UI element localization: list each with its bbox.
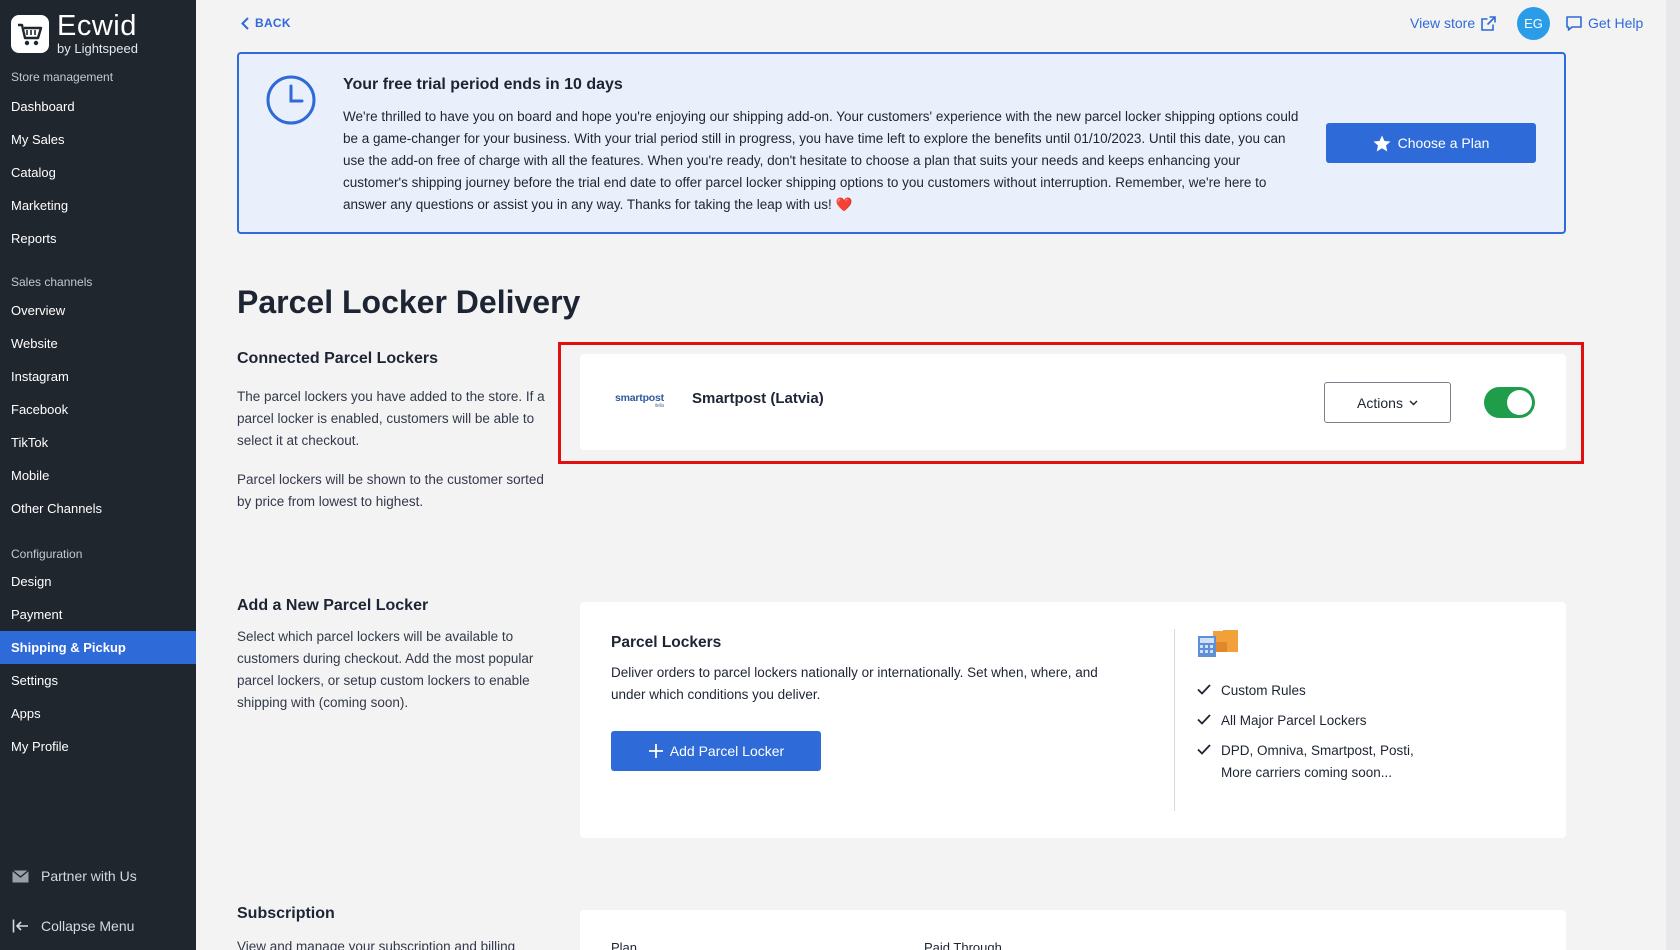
sidebar-item-website[interactable]: Website xyxy=(0,327,196,360)
add-parcel-locker-button[interactable]: Add Parcel Locker xyxy=(611,731,821,771)
chevron-down-icon xyxy=(1409,400,1418,405)
page-title: Parcel Locker Delivery xyxy=(237,284,581,320)
subscription-title: Subscription xyxy=(237,905,335,922)
add-new-text: Select which parcel lockers will be avai… xyxy=(237,629,534,710)
chat-icon xyxy=(1566,15,1582,31)
connected-title: Connected Parcel Lockers xyxy=(237,350,438,367)
feature-item: Custom Rules xyxy=(1197,680,1421,702)
connected-text-1: The parcel lockers you have added to the… xyxy=(237,389,545,448)
choose-plan-label: Choose a Plan xyxy=(1397,135,1490,151)
brand-sub: by Lightspeed xyxy=(57,41,138,56)
external-link-icon xyxy=(1481,15,1496,31)
card-divider xyxy=(1174,629,1175,811)
sidebar-item-shipping-pickup[interactable]: Shipping & Pickup xyxy=(0,631,196,664)
avatar[interactable]: EG xyxy=(1517,7,1550,40)
view-store-link[interactable]: View store xyxy=(1410,15,1496,31)
subscription-card: Plan Paid Through xyxy=(580,910,1566,950)
section-sales-channels: Sales channels xyxy=(11,275,93,289)
feature-list: Custom Rules All Major Parcel Lockers DP… xyxy=(1197,680,1421,792)
sidebar-item-catalog[interactable]: Catalog xyxy=(0,156,196,189)
sidebar-item-settings[interactable]: Settings xyxy=(0,664,196,697)
add-card-text: Deliver orders to parcel lockers nationa… xyxy=(611,665,1098,702)
get-help-label: Get Help xyxy=(1588,15,1644,31)
locker-enabled-toggle[interactable] xyxy=(1484,387,1535,418)
feature-item: All Major Parcel Lockers xyxy=(1197,710,1421,732)
chevron-left-icon xyxy=(241,16,249,30)
partner-label: Partner with Us xyxy=(41,868,137,884)
sidebar-item-overview[interactable]: Overview xyxy=(0,294,196,327)
toggle-knob xyxy=(1507,390,1532,415)
add-locker-card: Parcel Lockers Deliver orders to parcel … xyxy=(580,602,1566,838)
sidebar-item-my-profile[interactable]: My Profile xyxy=(0,730,196,763)
locker-name: Smartpost (Latvia) xyxy=(692,390,824,407)
add-new-title: Add a New Parcel Locker xyxy=(237,597,429,614)
plus-icon xyxy=(648,744,663,758)
back-link[interactable]: BACK xyxy=(241,16,291,30)
col-plan: Plan xyxy=(611,940,638,950)
partner-link[interactable]: Partner with Us xyxy=(12,868,137,884)
clock-icon xyxy=(266,75,316,125)
sidebar-item-marketing[interactable]: Marketing xyxy=(0,189,196,222)
view-store-label: View store xyxy=(1410,15,1476,31)
sidebar-item-design[interactable]: Design xyxy=(0,565,196,598)
actions-label: Actions xyxy=(1357,394,1403,411)
get-help-link[interactable]: Get Help xyxy=(1566,15,1643,31)
sidebar-item-dashboard[interactable]: Dashboard xyxy=(0,90,196,123)
collapse-label: Collapse Menu xyxy=(41,918,135,934)
smartpost-logo: smartpost itella xyxy=(615,392,664,409)
sidebar-item-other-channels[interactable]: Other Channels xyxy=(0,492,196,525)
col-paid-through: Paid Through xyxy=(924,940,1002,950)
subscription-text: View and manage your subscription and bi… xyxy=(237,939,516,950)
banner-body: We're thrilled to have you on board and … xyxy=(343,109,1299,212)
star-icon xyxy=(1373,135,1391,151)
cart-logo-icon xyxy=(11,14,49,53)
feature-label: All Major Parcel Lockers xyxy=(1221,713,1367,728)
section-configuration: Configuration xyxy=(11,547,83,561)
check-icon xyxy=(1197,744,1211,755)
feature-label: DPD, Omniva, Smartpost, Posti, More carr… xyxy=(1221,743,1414,780)
feature-label: Custom Rules xyxy=(1221,683,1306,698)
sidebar: Ecwid by Lightspeed Store management Das… xyxy=(0,0,196,950)
feature-item: DPD, Omniva, Smartpost, Posti, More carr… xyxy=(1197,740,1421,784)
calculator-boxes-icon xyxy=(1198,630,1238,657)
check-icon xyxy=(1197,714,1211,725)
sidebar-item-payment[interactable]: Payment xyxy=(0,598,196,631)
check-icon xyxy=(1197,684,1211,695)
banner-text: We're thrilled to have you on board and … xyxy=(343,106,1303,216)
section-store-management: Store management xyxy=(11,70,114,84)
actions-dropdown[interactable]: Actions xyxy=(1324,382,1451,423)
sidebar-item-my-sales[interactable]: My Sales xyxy=(0,123,196,156)
back-label: BACK xyxy=(255,16,291,30)
connected-text-2: Parcel lockers will be shown to the cust… xyxy=(237,472,544,509)
mail-icon xyxy=(12,869,29,882)
brand-logo[interactable]: Ecwid by Lightspeed xyxy=(11,12,138,55)
trial-banner: Your free trial period ends in 10 days W… xyxy=(237,52,1566,234)
brand-name: Ecwid xyxy=(57,10,137,42)
collapse-icon xyxy=(12,919,28,933)
sidebar-item-facebook[interactable]: Facebook xyxy=(0,393,196,426)
sidebar-item-mobile[interactable]: Mobile xyxy=(0,459,196,492)
sidebar-item-instagram[interactable]: Instagram xyxy=(0,360,196,393)
choose-plan-button[interactable]: Choose a Plan xyxy=(1326,123,1536,163)
banner-title: Your free trial period ends in 10 days xyxy=(343,76,623,93)
locker-card: smartpost itella Smartpost (Latvia) Actio… xyxy=(580,354,1566,450)
sidebar-item-reports[interactable]: Reports xyxy=(0,222,196,255)
sidebar-item-tiktok[interactable]: TikTok xyxy=(0,426,196,459)
add-card-title: Parcel Lockers xyxy=(611,634,722,651)
scrollbar[interactable] xyxy=(1666,0,1680,950)
collapse-menu-button[interactable]: Collapse Menu xyxy=(12,918,134,934)
heart-icon: ❤️ xyxy=(835,197,853,212)
sidebar-item-apps[interactable]: Apps xyxy=(0,697,196,730)
add-parcel-locker-label: Add Parcel Locker xyxy=(669,743,785,759)
